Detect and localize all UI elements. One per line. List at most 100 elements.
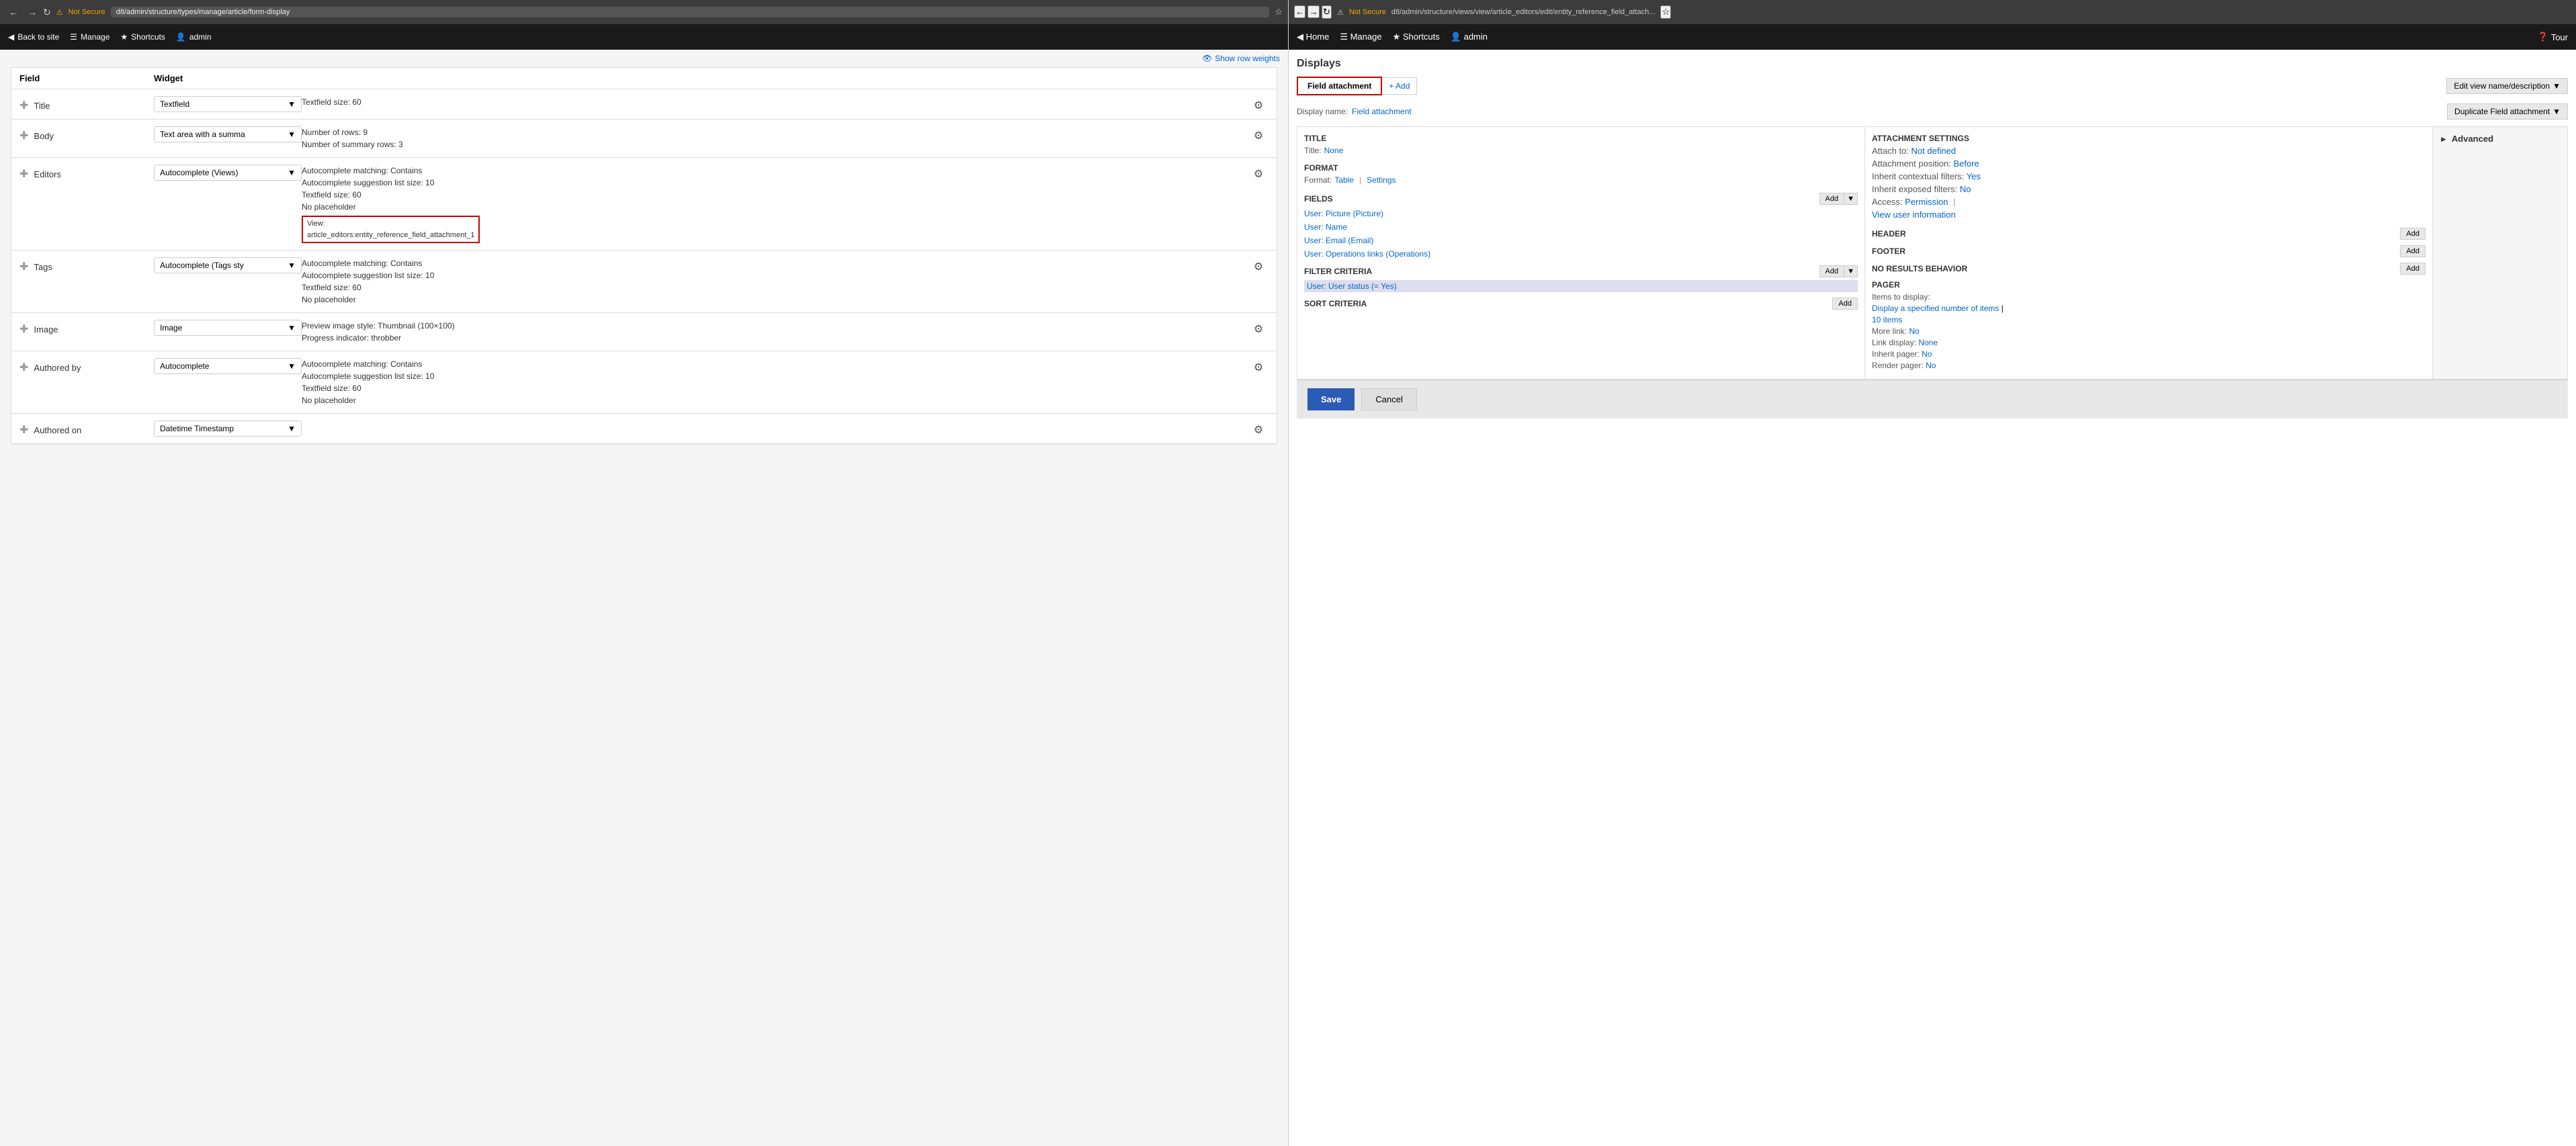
editors-drag-handle[interactable]: ✚ xyxy=(19,167,28,181)
authored-by-field-label: Authored by xyxy=(34,363,81,373)
format-settings-link[interactable]: Settings xyxy=(1367,175,1396,185)
duplicate-button[interactable]: Duplicate Field attachment ▼ xyxy=(2447,103,2568,120)
cancel-button[interactable]: Cancel xyxy=(1361,388,1416,410)
inherit-pager-value[interactable]: No xyxy=(1922,349,1932,359)
left-admin-bar: ◀ Back to site ☰ Manage ★ Shortcuts 👤 ad… xyxy=(0,24,1288,50)
attachment-position-value[interactable]: Before xyxy=(1953,159,1979,169)
inherit-exposed-value[interactable]: No xyxy=(1960,184,1971,194)
attach-to-key: Attach to: xyxy=(1872,146,1909,156)
filter-criteria-add-button[interactable]: Add xyxy=(1819,265,1845,277)
right-manage-label: Manage xyxy=(1350,32,1382,42)
left-browser-bar: ← → ↻ ⚠ Not Secure d8/admin/structure/ty… xyxy=(0,0,1288,24)
no-results-add-button[interactable]: Add xyxy=(2400,263,2425,275)
sort-criteria-add-button[interactable]: Add xyxy=(1832,298,1858,310)
left-back-button[interactable]: ← xyxy=(5,5,22,19)
add-display-tab[interactable]: + Add xyxy=(1382,77,1417,95)
title-row: Title: None xyxy=(1304,146,1858,155)
title-gear-button[interactable]: ⚙ xyxy=(1248,96,1269,112)
items-display-link[interactable]: Display a specified number of items xyxy=(1872,304,1999,313)
title-widget-select[interactable]: Textfield ▼ xyxy=(154,96,302,112)
right-tour-button[interactable]: ❓ Tour xyxy=(2538,32,2568,42)
fields-user-operations[interactable]: User: Operations links (Operations) xyxy=(1304,248,1858,260)
fields-add-button[interactable]: Add xyxy=(1819,193,1845,205)
authored-on-widget-label: Datetime Timestamp xyxy=(160,424,234,433)
right-admin-button[interactable]: 👤 admin xyxy=(1451,32,1488,42)
right-url-bar[interactable]: d8/admin/structure/views/view/article_ed… xyxy=(1391,8,1656,16)
image-drag-handle[interactable]: ✚ xyxy=(19,322,28,336)
format-value-link[interactable]: Table xyxy=(1334,175,1354,185)
edit-view-name-button[interactable]: Edit view name/description ▼ xyxy=(2446,78,2568,94)
table-row: ✚ Authored by Autocomplete ▼ Autocomplet… xyxy=(11,351,1277,414)
title-drag-handle[interactable]: ✚ xyxy=(19,99,28,112)
right-star-button[interactable]: ☆ xyxy=(1660,5,1671,19)
authored-by-gear-button[interactable]: ⚙ xyxy=(1248,358,1269,374)
right-manage-button[interactable]: ☰ Manage xyxy=(1340,32,1381,42)
show-row-weights-bar: 👁 Show row weights xyxy=(0,50,1288,67)
right-star-shortcuts-icon: ★ xyxy=(1393,32,1401,42)
authored-on-widget-select[interactable]: Datetime Timestamp ▼ xyxy=(154,421,302,437)
authored-by-widget-select[interactable]: Autocomplete ▼ xyxy=(154,358,302,374)
advanced-button[interactable]: ► Advanced xyxy=(2440,134,2561,144)
title-widget-label: Textfield xyxy=(160,99,189,109)
displays-title: Displays xyxy=(1297,58,2568,70)
fields-user-email[interactable]: User: Email (Email) xyxy=(1304,234,1858,247)
header-add-button[interactable]: Add xyxy=(2400,228,2425,240)
right-shortcuts-button[interactable]: ★ Shortcuts xyxy=(1393,32,1440,42)
left-forward-button[interactable]: → xyxy=(24,5,40,19)
right-reload-button[interactable]: ↻ xyxy=(1322,5,1332,19)
authored-on-drag-handle[interactable]: ✚ xyxy=(19,423,28,437)
left-manage-button[interactable]: ☰ Manage xyxy=(70,32,110,42)
filter-user-status[interactable]: User: User status (= Yes) xyxy=(1304,280,1858,292)
body-gear-button[interactable]: ⚙ xyxy=(1248,126,1269,142)
access-key: Access: xyxy=(1872,197,1903,207)
editors-gear-button[interactable]: ⚙ xyxy=(1248,165,1269,181)
items-val-link[interactable]: 10 items xyxy=(1872,315,1902,324)
fields-user-picture[interactable]: User: Picture (Picture) xyxy=(1304,208,1858,220)
filter-criteria-add-dropdown[interactable]: ▼ xyxy=(1844,265,1858,277)
editors-widget-select[interactable]: Autocomplete (Views) ▼ xyxy=(154,165,302,181)
inherit-contextual-value[interactable]: Yes xyxy=(1967,171,1981,181)
back-to-site-button[interactable]: ◀ Back to site xyxy=(8,32,59,42)
right-back-button[interactable]: ← xyxy=(1294,5,1305,18)
render-pager-value[interactable]: No xyxy=(1926,361,1936,370)
tags-drag-handle[interactable]: ✚ xyxy=(19,260,28,273)
left-nav-buttons: ← → ↻ xyxy=(5,5,51,19)
body-widget-select[interactable]: Text area with a summa ▼ xyxy=(154,126,302,142)
show-row-weights-link[interactable]: 👁 Show row weights xyxy=(1202,54,1280,63)
attachment-settings-section: ATTACHMENT SETTINGS Attach to: Not defin… xyxy=(1872,134,2425,220)
tags-widget-select[interactable]: Autocomplete (Tags sty ▼ xyxy=(154,257,302,273)
format-pipe: | xyxy=(1359,175,1361,185)
authored-on-gear-button[interactable]: ⚙ xyxy=(1248,421,1269,437)
more-link-value[interactable]: No xyxy=(1909,326,1919,336)
authored-by-drag-handle[interactable]: ✚ xyxy=(19,361,28,374)
view-user-info-link[interactable]: View user information xyxy=(1872,210,1956,220)
fields-user-name[interactable]: User: Name xyxy=(1304,221,1858,233)
left-star-button[interactable]: ☆ xyxy=(1275,7,1283,17)
attach-to-value[interactable]: Not defined xyxy=(1912,146,1957,156)
image-field-label: Image xyxy=(34,324,58,335)
fields-add-dropdown-button[interactable]: ▼ xyxy=(1844,193,1858,205)
link-display-value[interactable]: None xyxy=(1918,338,1938,347)
display-name-value[interactable]: Field attachment xyxy=(1352,107,1412,116)
title-section: TITLE Title: None xyxy=(1304,134,1858,155)
left-admin-button[interactable]: 👤 admin xyxy=(176,32,212,42)
right-shortcuts-label: Shortcuts xyxy=(1403,32,1440,42)
body-drag-handle[interactable]: ✚ xyxy=(19,129,28,142)
duplicate-dropdown-icon: ▼ xyxy=(2552,107,2561,116)
left-shortcuts-button[interactable]: ★ Shortcuts xyxy=(120,32,165,42)
save-button[interactable]: Save xyxy=(1307,388,1355,410)
authored-on-field-label: Authored on xyxy=(34,425,81,435)
left-reload-button[interactable]: ↻ xyxy=(43,5,51,19)
right-home-label: Home xyxy=(1306,32,1330,42)
fields-header: FIELDS Add ▼ xyxy=(1304,193,1858,205)
title-value-link[interactable]: None xyxy=(1324,146,1344,155)
right-home-button[interactable]: ◀ Home xyxy=(1297,32,1329,42)
field-attachment-tab[interactable]: Field attachment xyxy=(1297,77,1382,95)
left-url-bar[interactable]: d8/admin/structure/types/manage/article/… xyxy=(111,7,1269,17)
image-widget-select[interactable]: Image ▼ xyxy=(154,320,302,336)
access-value[interactable]: Permission xyxy=(1905,197,1948,207)
footer-add-button[interactable]: Add xyxy=(2400,245,2425,257)
right-forward-button[interactable]: → xyxy=(1307,5,1319,18)
tags-gear-button[interactable]: ⚙ xyxy=(1248,257,1269,273)
image-gear-button[interactable]: ⚙ xyxy=(1248,320,1269,336)
